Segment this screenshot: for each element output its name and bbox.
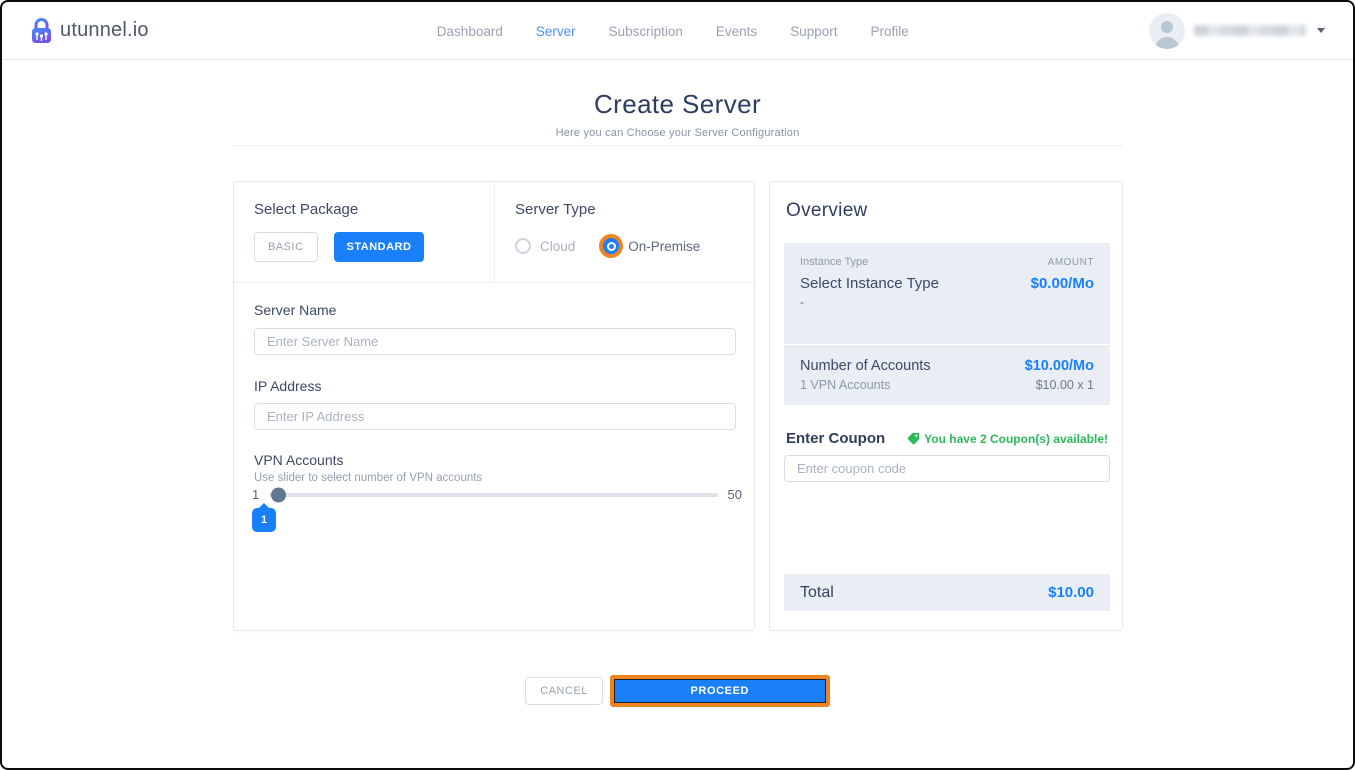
- nav-dashboard[interactable]: Dashboard: [437, 24, 503, 39]
- ip-address-input[interactable]: [254, 403, 736, 430]
- user-menu[interactable]: [1149, 13, 1325, 49]
- accounts-calc: $10.00 x 1: [1036, 378, 1094, 392]
- logo-text: utunnel.io: [60, 19, 149, 42]
- nav-profile[interactable]: Profile: [870, 24, 908, 39]
- coupon-label: Enter Coupon: [786, 430, 885, 447]
- coupon-tag-icon: [907, 432, 920, 445]
- username-redacted: [1194, 25, 1306, 36]
- server-type-label: Server Type: [515, 201, 700, 218]
- slider-max-label: 50: [728, 487, 742, 502]
- nav-events[interactable]: Events: [716, 24, 757, 39]
- radio-unselected-icon: [515, 238, 531, 254]
- coupon-available-badge: You have 2 Coupon(s) available!: [907, 432, 1108, 446]
- accounts-section: Number of Accounts $10.00/Mo 1 VPN Accou…: [784, 345, 1110, 405]
- proceed-highlight-annotation: PROCEED: [610, 675, 830, 707]
- cancel-button[interactable]: CANCEL: [525, 677, 603, 705]
- person-icon: [1149, 13, 1185, 49]
- instance-type-label: Instance Type: [800, 256, 868, 268]
- server-type-section: Server Type Cloud On-Premise: [495, 182, 720, 282]
- server-name-label: Server Name: [254, 302, 336, 318]
- coupon-available-text: You have 2 Coupon(s) available!: [924, 432, 1108, 446]
- vpn-accounts-helper: Use slider to select number of VPN accou…: [254, 472, 482, 484]
- page-subtitle: Here you can Choose your Server Configur…: [2, 127, 1353, 139]
- server-config-panel: Select Package BASIC STANDARD Server Typ…: [233, 181, 755, 631]
- nav-support[interactable]: Support: [790, 24, 837, 39]
- padlock-logo-icon: [30, 17, 53, 44]
- page-header: Create Server Here you can Choose your S…: [2, 89, 1353, 139]
- slider-min-label: 1: [252, 487, 259, 502]
- radio-on-premise[interactable]: On-Premise: [603, 238, 700, 254]
- vpn-accounts-slider: 1 50: [252, 487, 742, 502]
- top-navbar: utunnel.io Dashboard Server Subscription…: [2, 2, 1353, 60]
- accounts-price: $10.00/Mo: [1025, 358, 1094, 374]
- total-label: Total: [800, 584, 834, 602]
- overview-summary: Instance Type AMOUNT Select Instance Typ…: [784, 243, 1110, 405]
- select-package-section: Select Package BASIC STANDARD: [234, 182, 495, 282]
- slider-value-tooltip: 1: [252, 508, 276, 532]
- accounts-sub: 1 VPN Accounts: [800, 378, 890, 392]
- total-row: Total $10.00: [784, 574, 1110, 611]
- nav-server[interactable]: Server: [536, 24, 576, 39]
- accounts-label: Number of Accounts: [800, 358, 931, 374]
- vpn-accounts-label: VPN Accounts: [254, 452, 344, 468]
- slider-handle[interactable]: [271, 487, 286, 502]
- server-name-input[interactable]: [254, 328, 736, 355]
- app-window: utunnel.io Dashboard Server Subscription…: [0, 0, 1355, 770]
- nav-subscription[interactable]: Subscription: [609, 24, 683, 39]
- chevron-down-icon: [1317, 28, 1325, 33]
- main-nav: Dashboard Server Subscription Events Sup…: [437, 2, 909, 60]
- total-value: $10.00: [1048, 584, 1094, 601]
- divider: [233, 145, 1123, 146]
- avatar: [1149, 13, 1185, 49]
- instance-price: $0.00/Mo: [1031, 275, 1094, 292]
- instance-detail: -: [800, 295, 1094, 309]
- radio-on-premise-label: On-Premise: [628, 239, 700, 254]
- radio-selected-icon: [603, 238, 619, 254]
- select-package-label: Select Package: [254, 201, 474, 218]
- form-actions: CANCEL PROCEED: [2, 675, 1353, 707]
- package-standard-button[interactable]: STANDARD: [334, 232, 425, 262]
- logo[interactable]: utunnel.io: [30, 17, 149, 44]
- coupon-header: Enter Coupon You have 2 Coupon(s) availa…: [786, 430, 1108, 447]
- overview-title: Overview: [786, 200, 868, 222]
- radio-cloud-label: Cloud: [540, 239, 575, 254]
- amount-header: AMOUNT: [1048, 257, 1094, 268]
- slider-track[interactable]: [269, 493, 717, 497]
- overview-panel: Overview Instance Type AMOUNT Select Ins…: [769, 181, 1123, 631]
- ip-address-label: IP Address: [254, 378, 321, 394]
- proceed-button[interactable]: PROCEED: [615, 680, 825, 702]
- coupon-code-input[interactable]: [784, 455, 1110, 482]
- instance-type-section: Instance Type AMOUNT Select Instance Typ…: [784, 243, 1110, 344]
- package-basic-button[interactable]: BASIC: [254, 232, 318, 262]
- page-title: Create Server: [2, 89, 1353, 120]
- package-type-row: Select Package BASIC STANDARD Server Typ…: [234, 182, 754, 283]
- radio-cloud[interactable]: Cloud: [515, 238, 575, 254]
- instance-type-value: Select Instance Type: [800, 275, 939, 292]
